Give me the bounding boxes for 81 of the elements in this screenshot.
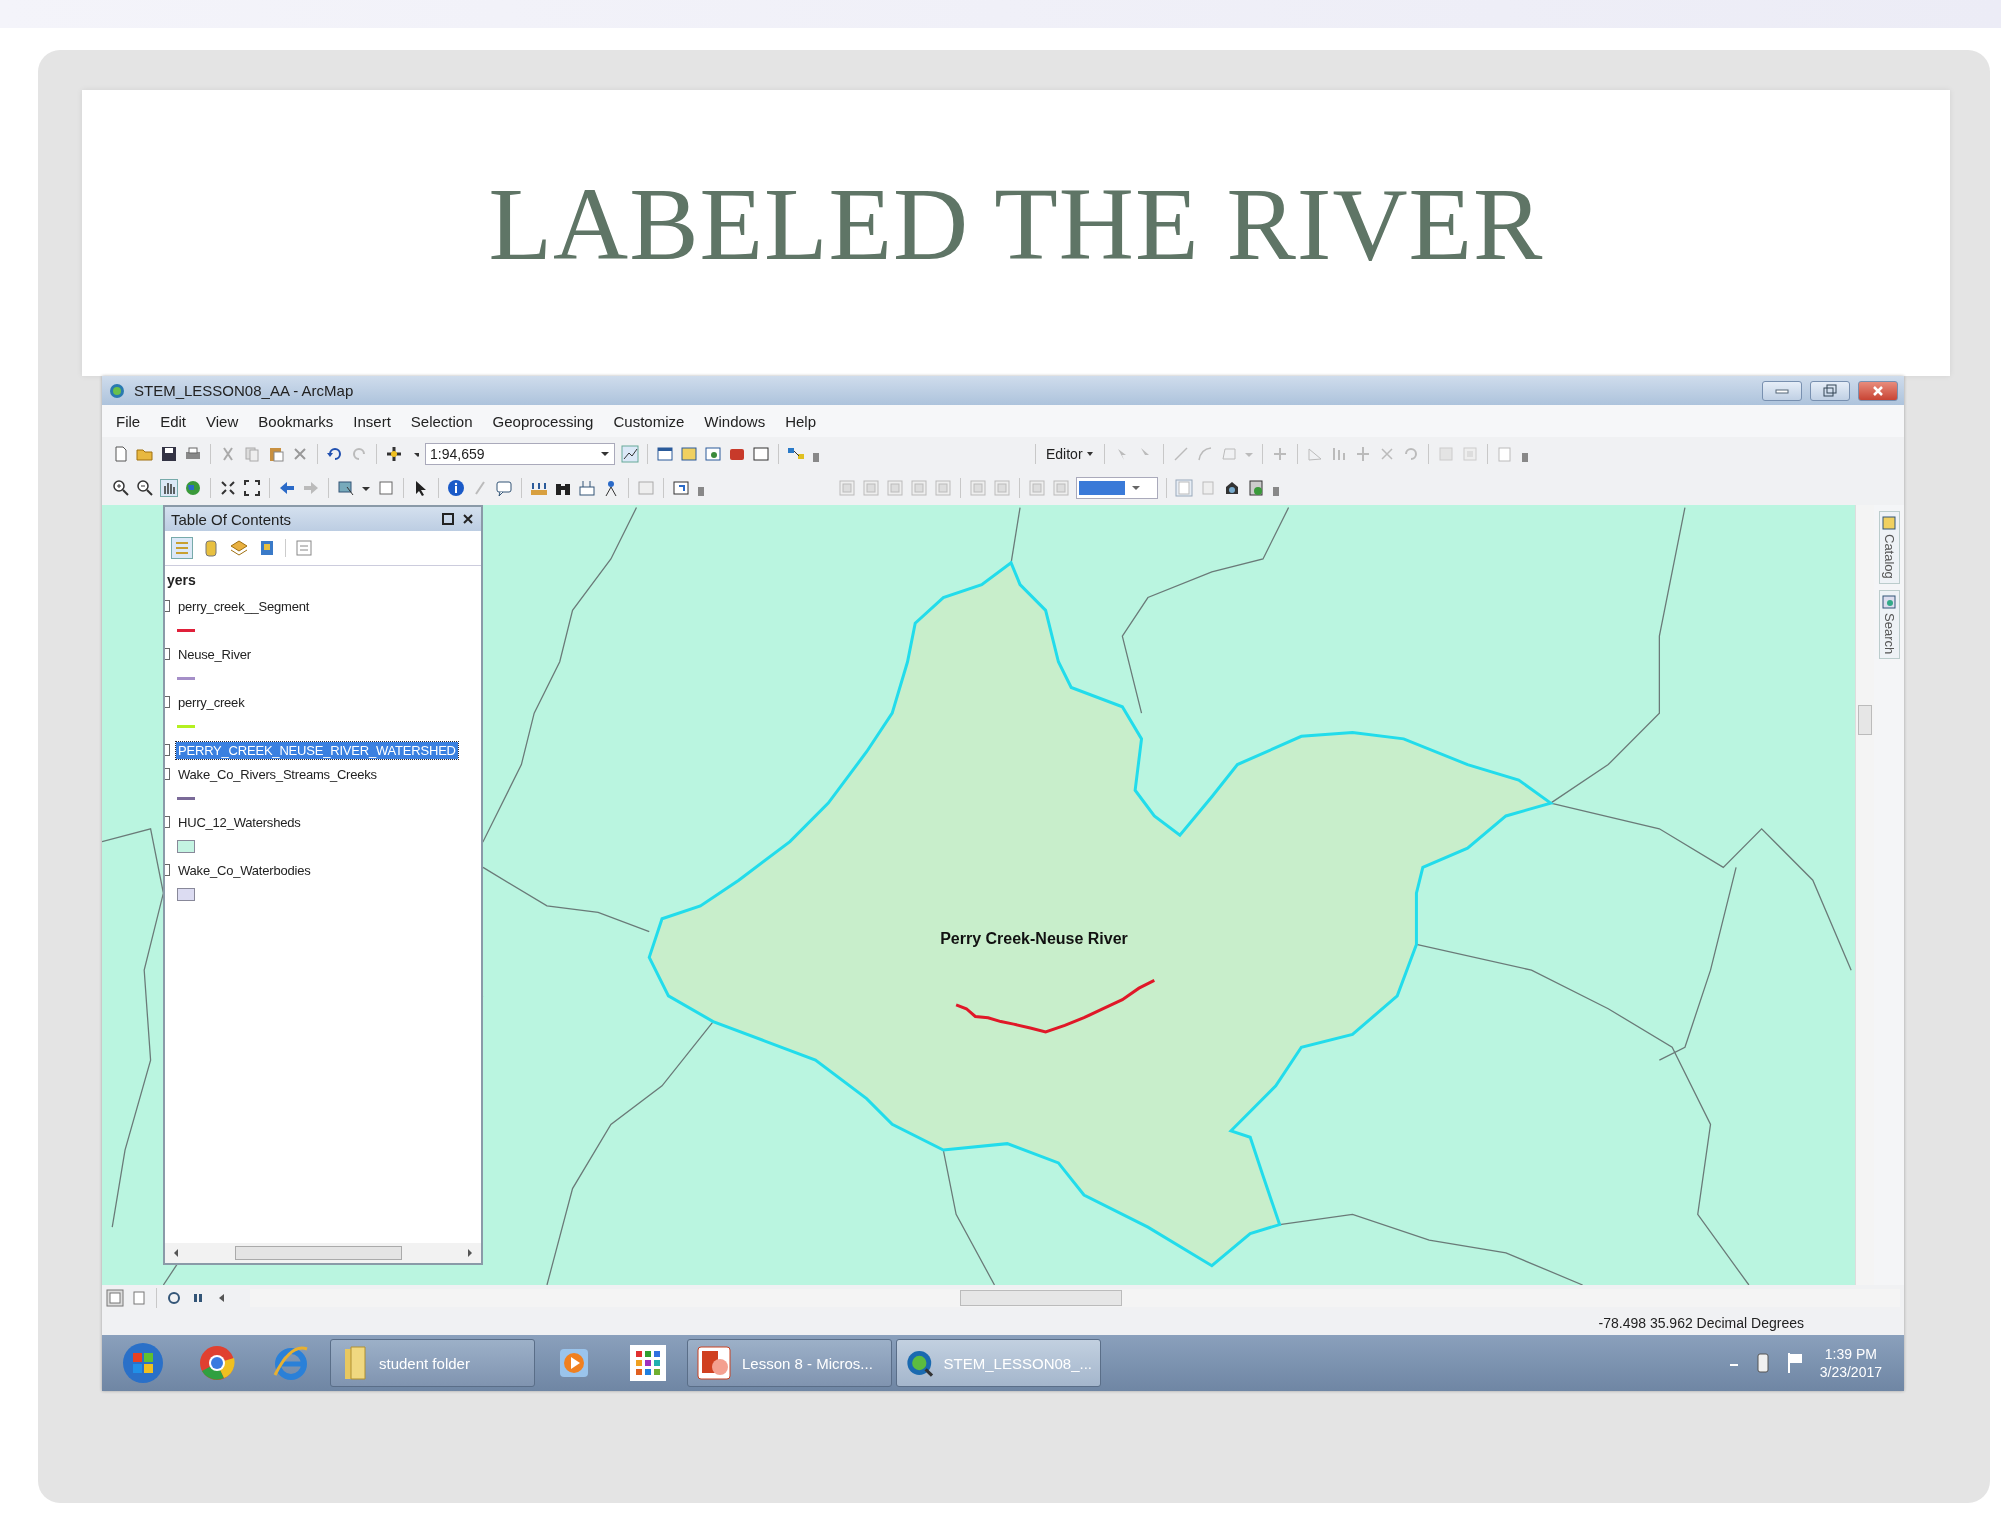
viewer-window-icon[interactable] [672,479,690,497]
options-icon[interactable] [294,538,314,558]
slides-app-icon[interactable] [696,1345,732,1381]
side-tab[interactable]: Search [1878,589,1900,659]
zoom-out-icon[interactable] [136,479,154,497]
fixed-zoom-in-icon[interactable] [219,479,237,497]
panel-title: Table Of Contents [171,510,293,528]
side-tab[interactable]: Catalog [1878,511,1900,584]
restore-button[interactable] [1810,380,1850,401]
layer-name[interactable]: HUC_12_Watersheds [176,813,303,831]
menu-item[interactable]: Insert [353,412,391,430]
caret-icon[interactable] [1131,483,1141,493]
save-icon[interactable] [160,445,178,463]
copy-icon[interactable] [243,445,261,463]
coordinates-readout: -78.498 35.962 Decimal Degrees [1598,1314,1804,1331]
checkbox-edge[interactable] [165,864,170,876]
checkbox-edge[interactable] [165,816,170,828]
layout-view-icon[interactable] [106,1288,124,1307]
slide-title: LABELED THE RIVER [488,164,1544,283]
map-label: Perry Creek-Neuse River [940,930,1128,948]
menu-item[interactable]: Geoprocessing [492,412,594,430]
layer-group[interactable]: yers [165,572,481,594]
scale-value: 1:94,659 [430,446,485,462]
catalog-icon[interactable] [680,445,698,463]
globe-app-icon [108,381,126,400]
forward-arrow-icon[interactable] [302,479,320,497]
close-icon[interactable] [461,512,475,526]
add-data-icon[interactable] [385,445,403,463]
layer-name[interactable]: perry_creek [176,693,247,711]
horizontal-scrollbar[interactable] [250,1288,1900,1307]
zoom-in-icon[interactable] [112,479,130,497]
close-button[interactable] [1858,380,1898,401]
layer-name[interactable]: perry_creek__Segment [176,597,312,615]
horizontal-scrollbar[interactable] [165,1243,481,1263]
select-features-icon[interactable] [337,479,355,497]
list-by-visibility-icon[interactable] [229,538,249,558]
undo-icon[interactable] [326,445,344,463]
minimize-button[interactable] [1762,380,1802,401]
scroll-right-icon[interactable] [465,1247,475,1259]
list-by-drawing-order-icon[interactable] [171,537,193,559]
menu-item[interactable]: Edit [160,412,187,430]
checkbox-edge[interactable] [165,744,170,756]
layer-name[interactable]: PERRY_CREEK_NEUSE_RIVER_WATERSHED [176,741,458,759]
layer-name[interactable]: Wake_Co_Waterbodies [176,861,313,879]
menu-item[interactable]: Help [785,412,817,430]
browser-icon[interactable] [197,1343,237,1383]
menu-item[interactable]: Customize [613,412,685,430]
window-title: STEM_LESSON08_AA - ArcMap [134,382,355,399]
restore-icon[interactable] [441,512,455,526]
vertical-scrollbar[interactable] [1855,505,1874,1285]
window-icon[interactable] [656,445,674,463]
checkbox-edge[interactable] [165,696,170,708]
redo-icon[interactable] [350,445,368,463]
menu-item[interactable]: File [116,412,141,430]
menu-item[interactable]: Windows [704,412,766,430]
start-orb-icon[interactable] [121,1341,165,1385]
new-document-icon[interactable] [112,445,130,463]
checkbox-edge[interactable] [165,600,170,612]
globe-icon[interactable] [184,479,202,497]
editor-menu[interactable]: Editor [1044,446,1096,462]
color-dropdown[interactable] [1076,477,1158,499]
pencil-chart-icon[interactable] [621,445,639,463]
scale-dropdown[interactable]: 1:94,659 [425,443,615,465]
catalog-icon[interactable] [1882,516,1896,530]
layer-name[interactable]: Neuse_River [176,645,253,663]
app-grid-icon[interactable] [630,1345,666,1381]
end-point-arc-icon[interactable] [1195,445,1214,463]
back-arrow-icon[interactable] [278,479,296,497]
checkbox-edge[interactable] [165,768,170,780]
menu-item[interactable]: Bookmarks [258,412,334,430]
caret-icon[interactable] [600,449,610,459]
map-document-icon[interactable] [1247,479,1265,497]
layer-name[interactable]: Wake_Co_Rivers_Streams_Creeks [176,765,379,783]
checkbox-edge[interactable] [165,648,170,660]
paste-icon[interactable] [267,445,285,463]
tip-icon[interactable] [495,479,513,497]
menu-item[interactable]: Selection [410,412,473,430]
menu-item[interactable]: View [206,412,239,430]
search-window-icon[interactable] [704,445,722,463]
fixed-zoom-out-icon[interactable] [243,479,261,497]
info-icon[interactable] [447,479,465,497]
